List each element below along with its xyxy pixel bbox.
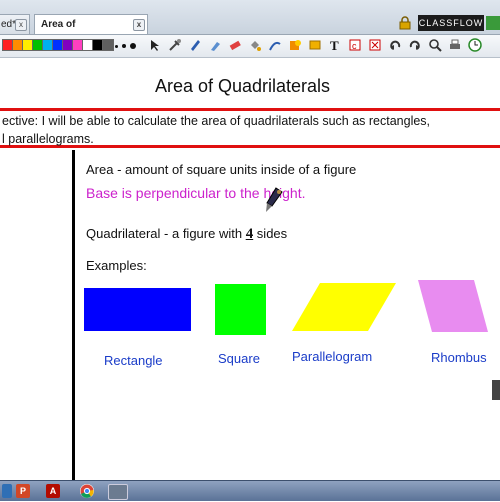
parallelogram-shape[interactable]: [292, 283, 396, 331]
square-label: Square: [218, 351, 260, 366]
powerpoint-icon[interactable]: P: [16, 484, 30, 498]
pen-cursor-icon: [266, 187, 283, 212]
rhombus-shape[interactable]: [418, 280, 488, 332]
parallelogram-label: Parallelogram: [292, 349, 373, 364]
taskbar: P A: [0, 480, 500, 501]
chrome-icon[interactable]: [80, 484, 94, 498]
rhombus-label: Rhombus: [431, 350, 487, 365]
scroll-marker[interactable]: [492, 380, 500, 400]
rectangle-label: Rectangle: [104, 353, 163, 368]
activinspire-icon[interactable]: [108, 484, 128, 500]
rectangle-shape[interactable]: [84, 288, 191, 331]
acrobat-icon[interactable]: A: [46, 484, 60, 498]
square-shape[interactable]: [215, 284, 266, 335]
example-shapes: [84, 280, 488, 335]
start-button[interactable]: [2, 484, 12, 498]
